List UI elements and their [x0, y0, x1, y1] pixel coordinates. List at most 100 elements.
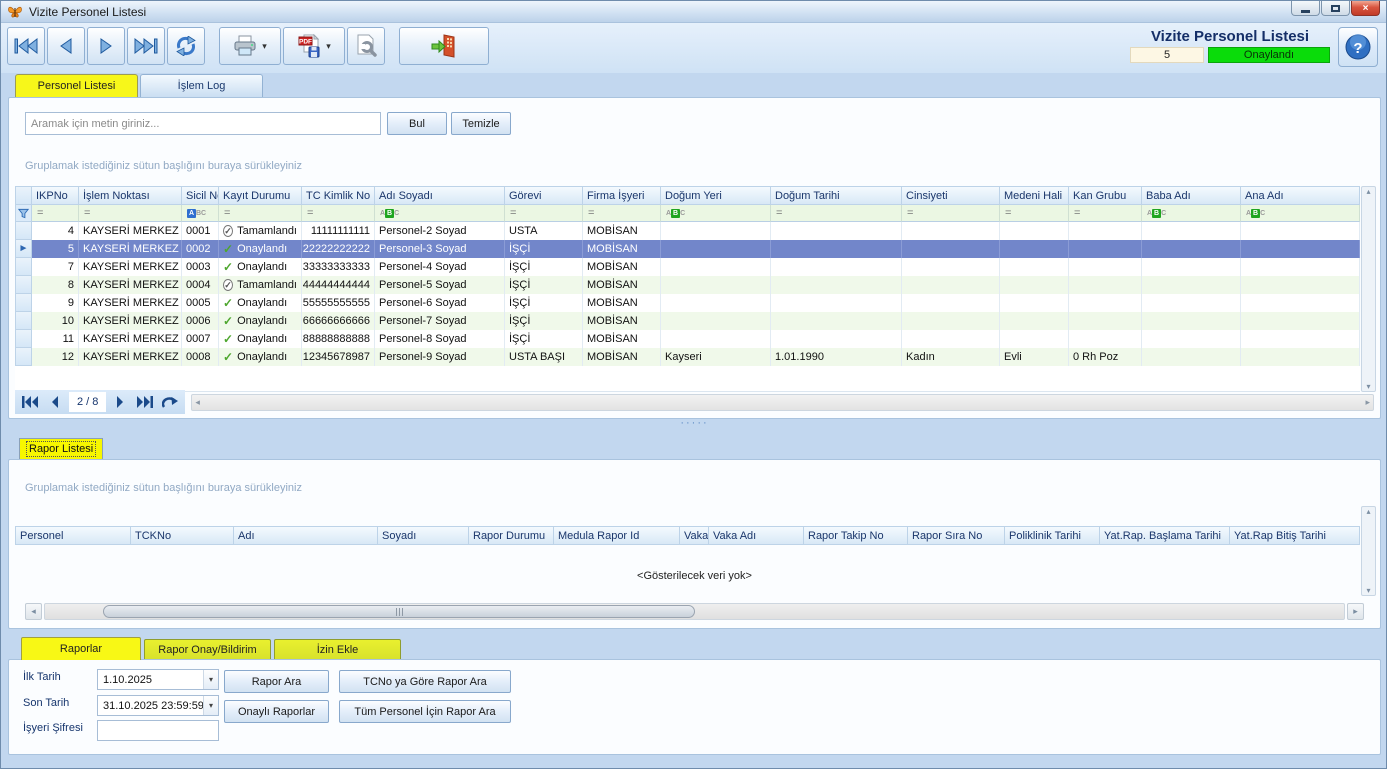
tab-islem-log[interactable]: İşlem Log: [140, 74, 263, 97]
report-column-header-2[interactable]: TCKNo: [131, 526, 234, 545]
column-header-15[interactable]: Ana Adı: [1241, 186, 1360, 205]
export-pdf-button[interactable]: PDF ▾: [283, 27, 345, 65]
table-row[interactable]: 8KAYSERİ MERKEZ0004✓Tamamlandı4444444444…: [15, 276, 1360, 294]
report-column-header-8[interactable]: Vaka Adı: [709, 526, 804, 545]
column-header-13[interactable]: Kan Grubu: [1069, 186, 1142, 205]
personnel-grid-hscrollbar[interactable]: ◂ ▸: [191, 394, 1374, 411]
filter-cell-9[interactable]: ABC: [661, 205, 771, 222]
personnel-grid-vscrollbar[interactable]: ▴ ▾: [1361, 186, 1376, 392]
tab-rapor-onay-bildirim[interactable]: Rapor Onay/Bildirim: [144, 639, 271, 660]
horizontal-splitter[interactable]: ·····: [8, 419, 1381, 426]
column-header-11[interactable]: Cinsiyeti: [902, 186, 1000, 205]
filter-cell-10[interactable]: =: [771, 205, 902, 222]
report-column-header-1[interactable]: Personel: [15, 526, 131, 545]
close-button[interactable]: ×: [1351, 1, 1380, 16]
exit-button[interactable]: [399, 27, 489, 65]
search-input[interactable]: [25, 112, 381, 135]
pager-first-button[interactable]: [19, 392, 41, 412]
tab-personel-listesi[interactable]: Personel Listesi: [15, 74, 138, 97]
column-header-3[interactable]: Sicil No: [182, 186, 219, 205]
column-header-4[interactable]: Kayıt Durumu: [219, 186, 302, 205]
tcno-rapor-ara-button[interactable]: TCNo ya Göre Rapor Ara: [339, 670, 511, 693]
pdf-dropdown-icon[interactable]: ▾: [326, 41, 331, 52]
report-column-header-6[interactable]: Medula Rapor Id: [554, 526, 680, 545]
print-button[interactable]: ▾: [219, 27, 281, 65]
column-header-7[interactable]: Görevi: [505, 186, 583, 205]
tab-izin-ekle[interactable]: İzin Ekle: [274, 639, 401, 660]
table-row[interactable]: 12KAYSERİ MERKEZ0008✓Onaylandı1234567898…: [15, 348, 1360, 366]
table-row[interactable]: 4KAYSERİ MERKEZ0001✓Tamamlandı1111111111…: [15, 222, 1360, 240]
filter-cell-11[interactable]: =: [902, 205, 1000, 222]
filter-cell-6[interactable]: ABC: [375, 205, 505, 222]
find-button[interactable]: Bul: [387, 112, 447, 135]
report-grid-hscrollbar[interactable]: ◂ ▸: [25, 603, 1364, 620]
report-grid-vscrollbar[interactable]: ▴ ▾: [1361, 506, 1376, 596]
chevron-down-icon[interactable]: ▾: [203, 696, 218, 715]
ilk-tarih-picker[interactable]: 1.10.2025 ▾: [97, 669, 219, 690]
table-row[interactable]: 7KAYSERİ MERKEZ0003✓Onaylandı33333333333…: [15, 258, 1360, 276]
scroll-left-button[interactable]: ◂: [25, 603, 42, 620]
pager-prev-button[interactable]: [44, 392, 66, 412]
column-header-8[interactable]: Firma İşyeri: [583, 186, 661, 205]
report-group-by-zone[interactable]: Gruplamak istediğiniz sütun başlığını bu…: [25, 482, 302, 494]
filter-cell-7[interactable]: =: [505, 205, 583, 222]
column-header-14[interactable]: Baba Adı: [1142, 186, 1241, 205]
table-row[interactable]: 11KAYSERİ MERKEZ0007✓Onaylandı8888888888…: [15, 330, 1360, 348]
report-column-header-3[interactable]: Adı: [234, 526, 378, 545]
report-column-header-9[interactable]: Rapor Takip No: [804, 526, 908, 545]
column-header-12[interactable]: Medeni Hali: [1000, 186, 1069, 205]
pager-next-button[interactable]: [109, 392, 131, 412]
rapor-ara-button[interactable]: Rapor Ara: [224, 670, 329, 693]
tab-raporlar[interactable]: Raporlar: [21, 637, 141, 660]
pager-last-button[interactable]: [134, 392, 156, 412]
column-header-2[interactable]: İşlem Noktası: [79, 186, 182, 205]
column-header-5[interactable]: TC Kimlik No: [302, 186, 375, 205]
column-header-10[interactable]: Doğum Tarihi: [771, 186, 902, 205]
report-column-header-7[interactable]: Vaka: [680, 526, 709, 545]
clear-button[interactable]: Temizle: [451, 112, 511, 135]
next-record-button[interactable]: [87, 27, 125, 65]
report-column-header-13[interactable]: Yat.Rap Bitiş Tarihi: [1230, 526, 1360, 545]
help-button[interactable]: ?: [1338, 27, 1378, 67]
previous-record-button[interactable]: [47, 27, 85, 65]
filter-cell-14[interactable]: ABC: [1142, 205, 1241, 222]
report-scroll-thumb[interactable]: [103, 605, 695, 618]
tab-rapor-listesi[interactable]: Rapor Listesi: [19, 438, 103, 459]
report-column-header-11[interactable]: Poliklinik Tarihi: [1005, 526, 1100, 545]
filter-cell-5[interactable]: =: [302, 205, 375, 222]
filter-cell-12[interactable]: =: [1000, 205, 1069, 222]
minimize-button[interactable]: [1291, 1, 1320, 16]
report-column-header-5[interactable]: Rapor Durumu: [469, 526, 554, 545]
chevron-down-icon[interactable]: ▾: [203, 670, 218, 689]
column-header-9[interactable]: Doğum Yeri: [661, 186, 771, 205]
report-column-header-4[interactable]: Soyadı: [378, 526, 469, 545]
filter-cell-3[interactable]: ABC: [182, 205, 219, 222]
filter-cell-1[interactable]: =: [32, 205, 79, 222]
maximize-button[interactable]: [1321, 1, 1350, 16]
column-header-6[interactable]: Adı Soyadı: [375, 186, 505, 205]
first-record-button[interactable]: [7, 27, 45, 65]
filter-cell-2[interactable]: =: [79, 205, 182, 222]
scroll-right-button[interactable]: ▸: [1347, 603, 1364, 620]
filter-cell-15[interactable]: ABC: [1241, 205, 1360, 222]
print-preview-button[interactable]: [347, 27, 385, 65]
table-row[interactable]: 9KAYSERİ MERKEZ0005✓Onaylandı55555555555…: [15, 294, 1360, 312]
pager-refresh-button[interactable]: [159, 392, 181, 412]
filter-cell-8[interactable]: =: [583, 205, 661, 222]
refresh-button[interactable]: [167, 27, 205, 65]
filter-cell-13[interactable]: =: [1069, 205, 1142, 222]
report-column-header-12[interactable]: Yat.Rap. Başlama Tarihi: [1100, 526, 1230, 545]
print-dropdown-icon[interactable]: ▾: [262, 41, 267, 52]
filter-cell-4[interactable]: =: [219, 205, 302, 222]
onayli-raporlar-button[interactable]: Onaylı Raporlar: [224, 700, 329, 723]
tum-personel-rapor-ara-button[interactable]: Tüm Personel İçin Rapor Ara: [339, 700, 511, 723]
report-column-header-10[interactable]: Rapor Sıra No: [908, 526, 1005, 545]
table-row[interactable]: ►5KAYSERİ MERKEZ0002✓Onaylandı2222222222…: [15, 240, 1360, 258]
group-by-zone[interactable]: Gruplamak istediğiniz sütun başlığını bu…: [25, 160, 302, 172]
isyeri-sifresi-input[interactable]: [97, 720, 219, 741]
table-row[interactable]: 10KAYSERİ MERKEZ0006✓Onaylandı6666666666…: [15, 312, 1360, 330]
last-record-button[interactable]: [127, 27, 165, 65]
son-tarih-picker[interactable]: 31.10.2025 23:59:59 ▾: [97, 695, 219, 716]
filter-funnel-cell[interactable]: [15, 205, 32, 222]
report-scroll-track[interactable]: [44, 603, 1345, 620]
